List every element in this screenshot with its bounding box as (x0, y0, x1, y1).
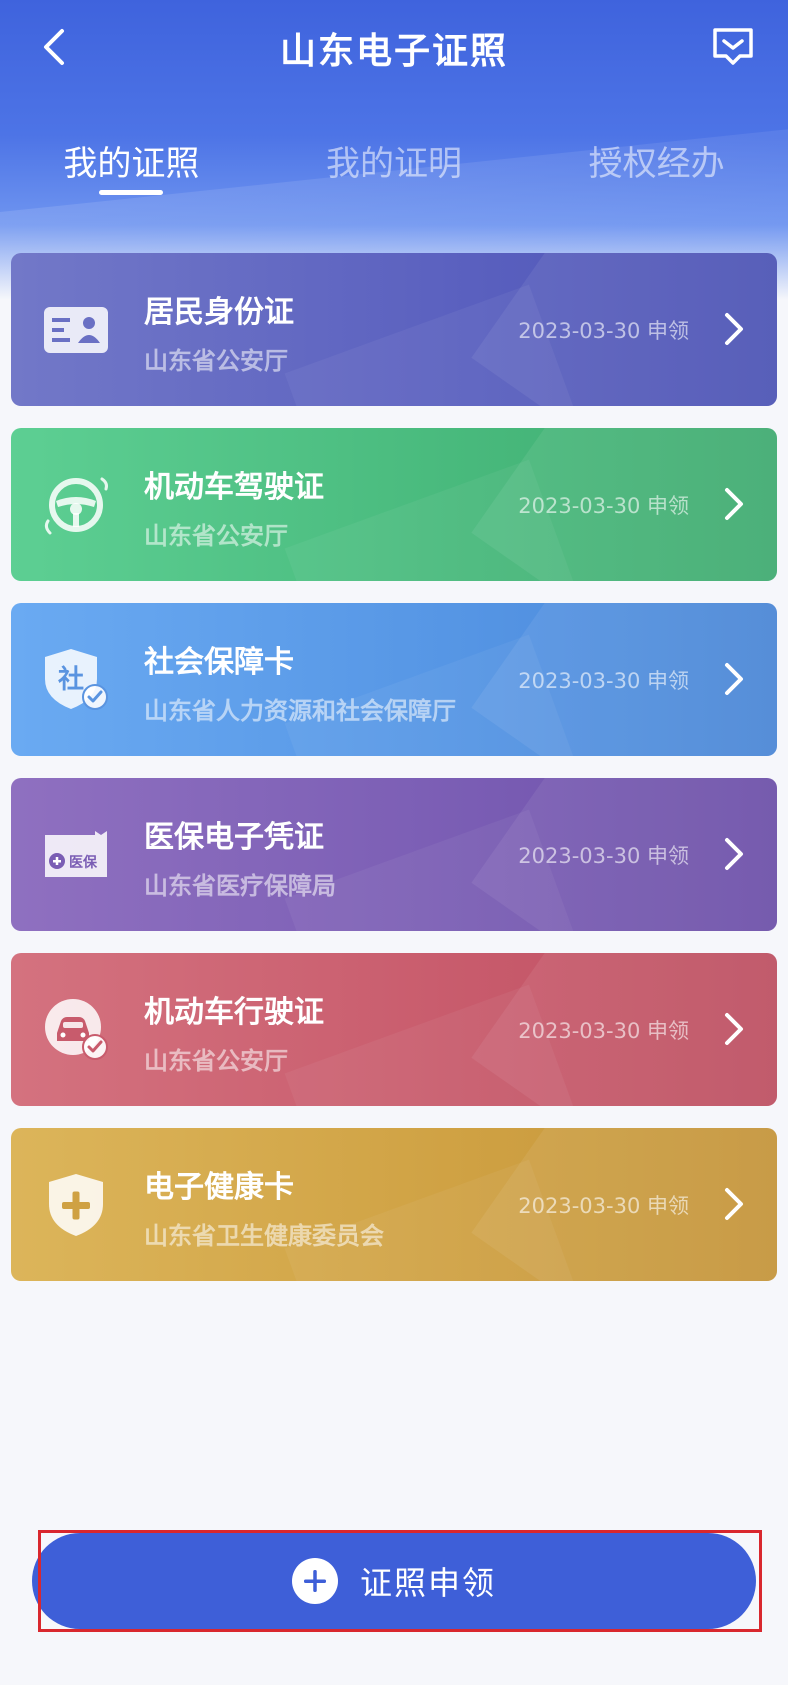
license-card-list: 居民身份证 山东省公安厅 2023-03-30 申领 机动车驾驶证 山东省公安厅… (11, 253, 777, 1303)
highlight-box (38, 1530, 762, 1632)
license-card-id-card[interactable]: 居民身份证 山东省公安厅 2023-03-30 申领 (11, 253, 777, 406)
tab-label: 我的证明 (326, 144, 462, 184)
message-button[interactable] (708, 22, 758, 72)
card-date: 2023-03-30 申领 (518, 669, 689, 693)
svg-text:社: 社 (58, 664, 84, 695)
card-name: 机动车行驶证 (144, 995, 324, 1030)
card-issuer: 山东省公安厅 (144, 347, 288, 375)
tab-label: 我的证照 (63, 144, 200, 184)
svg-text:医保: 医保 (69, 854, 98, 871)
card-date: 2023-03-30 申领 (518, 1194, 689, 1218)
tab-my-certificates[interactable]: 我的证明 (263, 128, 526, 198)
social-security-shield-icon: 社 (41, 645, 111, 715)
chevron-right-icon (719, 1184, 749, 1224)
card-name: 电子健康卡 (144, 1170, 294, 1205)
top-bar: 山东电子证照 (0, 0, 788, 100)
card-name: 社会保障卡 (144, 645, 294, 680)
tab-bar: 我的证照 我的证明 授权经办 (0, 128, 788, 198)
chevron-right-icon (719, 309, 749, 349)
chevron-right-icon (719, 484, 749, 524)
health-shield-icon (41, 1170, 111, 1240)
card-issuer: 山东省公安厅 (144, 522, 288, 550)
card-date: 2023-03-30 申领 (518, 844, 689, 868)
card-name: 居民身份证 (144, 295, 294, 330)
license-card-driving-license[interactable]: 机动车驾驶证 山东省公安厅 2023-03-30 申领 (11, 428, 777, 581)
card-issuer: 山东省医疗保障局 (144, 872, 336, 900)
tab-authorized-handling[interactable]: 授权经办 (525, 128, 788, 198)
tab-active-indicator (99, 190, 164, 195)
license-card-medical-insurance[interactable]: 医保 医保电子凭证 山东省医疗保障局 2023-03-30 申领 (11, 778, 777, 931)
chevron-right-icon (719, 834, 749, 874)
message-icon (713, 28, 753, 65)
steering-wheel-icon (41, 470, 111, 540)
chevron-right-icon (719, 659, 749, 699)
card-issuer: 山东省卫生健康委员会 (144, 1222, 384, 1250)
tab-my-licenses[interactable]: 我的证照 (0, 128, 263, 198)
page-title: 山东电子证照 (279, 31, 508, 72)
license-card-social-security[interactable]: 社 社会保障卡 山东省人力资源和社会保障厅 2023-03-30 申领 (11, 603, 777, 756)
medical-insurance-icon: 医保 (41, 820, 111, 890)
card-date: 2023-03-30 申领 (518, 494, 689, 518)
card-issuer: 山东省公安厅 (144, 1047, 288, 1075)
chevron-right-icon (719, 1009, 749, 1049)
chevron-left-icon (44, 29, 64, 65)
card-name: 机动车驾驶证 (144, 470, 324, 505)
license-card-vehicle-license[interactable]: 机动车行驶证 山东省公安厅 2023-03-30 申领 (11, 953, 777, 1106)
id-card-icon (41, 295, 111, 365)
card-date: 2023-03-30 申领 (518, 319, 689, 343)
license-card-health-card[interactable]: 电子健康卡 山东省卫生健康委员会 2023-03-30 申领 (11, 1128, 777, 1281)
back-button[interactable] (30, 22, 80, 72)
tab-label: 授权经办 (588, 144, 725, 184)
card-name: 医保电子凭证 (144, 820, 324, 855)
card-date: 2023-03-30 申领 (518, 1019, 689, 1043)
car-icon (41, 995, 111, 1065)
card-issuer: 山东省人力资源和社会保障厅 (144, 697, 456, 725)
